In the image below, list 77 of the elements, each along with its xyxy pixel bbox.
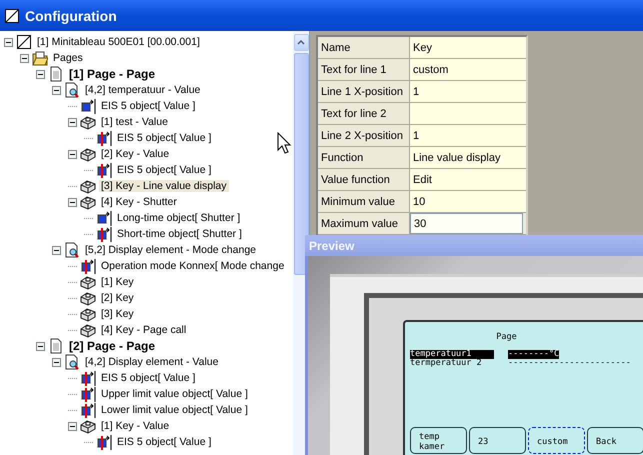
tree-item[interactable]: [1] Key - Value	[99, 420, 172, 432]
lcd-line-reading: --------°C	[508, 350, 560, 359]
magnifier-page-icon	[64, 82, 80, 98]
tree-item[interactable]: Upper limit value object[ Value ]	[99, 388, 250, 400]
lcd-line-label: temperatuur1	[410, 350, 494, 359]
property-value[interactable]: 1	[410, 81, 526, 102]
tree-item[interactable]: Pages	[51, 52, 85, 64]
key-block-icon	[80, 290, 96, 306]
lcd-heading: Page	[496, 332, 517, 342]
collapse-toggle[interactable]	[36, 342, 45, 350]
key-block-icon	[80, 178, 96, 194]
tree-item[interactable]: EIS 5 object[ Value ]	[115, 436, 214, 448]
key-block-icon	[80, 274, 96, 290]
property-value[interactable]: Line value display	[410, 147, 526, 168]
display-icon	[16, 34, 32, 50]
tree-item[interactable]: Lower limit value object[ Value ]	[99, 404, 250, 416]
softkey[interactable]: 23	[469, 427, 526, 454]
collapse-toggle[interactable]	[52, 86, 61, 94]
value-field[interactable]: 30	[410, 213, 523, 234]
page-icon	[48, 66, 64, 82]
collapse-toggle[interactable]	[52, 358, 61, 366]
tree-item[interactable]: EIS 5 object[ Value ]	[99, 372, 198, 384]
tree-item[interactable]: [3] Key	[99, 308, 136, 320]
key-block-icon	[80, 418, 96, 434]
tree-item[interactable]: EIS 5 object[ Value ]	[115, 132, 214, 144]
softkey[interactable]: temp kamer	[410, 427, 467, 454]
property-value[interactable]: Edit	[410, 169, 526, 190]
magnifier-page-icon	[64, 242, 80, 258]
tree-item[interactable]: [2] Key - Value	[99, 148, 172, 160]
tree-item[interactable]: Short-time object[ Shutter ]	[115, 228, 244, 240]
collapse-toggle[interactable]	[20, 54, 29, 62]
tree-item[interactable]: Long-time object[ Shutter ]	[115, 212, 242, 224]
mouse-pointer-icon	[277, 132, 291, 154]
tree-item[interactable]: [4] Key - Page call	[99, 324, 188, 336]
collapse-toggle[interactable]	[68, 198, 77, 206]
tree-item[interactable]: [4] Key - Shutter	[99, 196, 179, 208]
key-block-icon	[80, 322, 96, 338]
key-block-icon	[80, 194, 96, 210]
tree-item[interactable]: Operation mode Konnex[ Mode change	[99, 260, 286, 272]
collapse-toggle[interactable]	[68, 422, 77, 430]
collapse-toggle[interactable]	[68, 150, 77, 158]
key-block-icon	[80, 146, 96, 162]
lcd-line-label: termperatuur 2	[410, 359, 483, 368]
caret-up-icon	[297, 40, 305, 45]
tree-item[interactable]: EIS 5 object[ Value ]	[115, 164, 214, 176]
tree-item[interactable]: [1] Key	[99, 276, 136, 288]
page-icon	[48, 338, 64, 354]
tree-item[interactable]: [1] Page - Page	[67, 67, 158, 81]
key-block-icon	[80, 114, 96, 130]
collapse-toggle[interactable]	[68, 118, 77, 126]
lcd-line-reading: ------------------------	[508, 359, 631, 368]
tree-item[interactable]: [3] Key - Line value display	[99, 180, 228, 192]
tree-item[interactable]: [1] test - Value	[99, 116, 170, 128]
softkey[interactable]: Back	[587, 427, 643, 454]
magnifier-page-icon	[64, 354, 80, 370]
scroll-thumb[interactable]	[294, 53, 308, 275]
property-value[interactable]: custom	[410, 59, 526, 80]
collapse-toggle[interactable]	[4, 38, 13, 46]
tree-item[interactable]: [2] Page - Page	[67, 339, 158, 353]
folder-icon	[32, 50, 48, 66]
collapse-toggle[interactable]	[36, 70, 45, 78]
tree-item[interactable]: [4,2] temperatuur - Value	[83, 84, 202, 96]
key-block-icon	[80, 306, 96, 322]
property-value[interactable]: 1	[410, 125, 526, 146]
window-icon	[5, 8, 19, 22]
tree-item[interactable]: EIS 5 object[ Value ]	[99, 100, 198, 112]
softkey[interactable]: custom	[528, 427, 585, 454]
property-value[interactable]: Key	[410, 37, 526, 58]
preview-title: Preview	[305, 235, 643, 256]
tree-item[interactable]: [4,2] Display element - Value	[83, 356, 220, 368]
property-value[interactable]: 10	[410, 191, 526, 212]
scroll-up-button[interactable]	[294, 34, 308, 51]
tree-item[interactable]: [1] Minitableau 500E01 [00.00.001]	[35, 36, 202, 48]
tree-item[interactable]: [2] Key	[99, 292, 136, 304]
tree-item[interactable]: [5,2] Display element - Mode change	[83, 244, 258, 256]
window-title: Configuration	[25, 8, 117, 24]
collapse-toggle[interactable]	[52, 246, 61, 254]
